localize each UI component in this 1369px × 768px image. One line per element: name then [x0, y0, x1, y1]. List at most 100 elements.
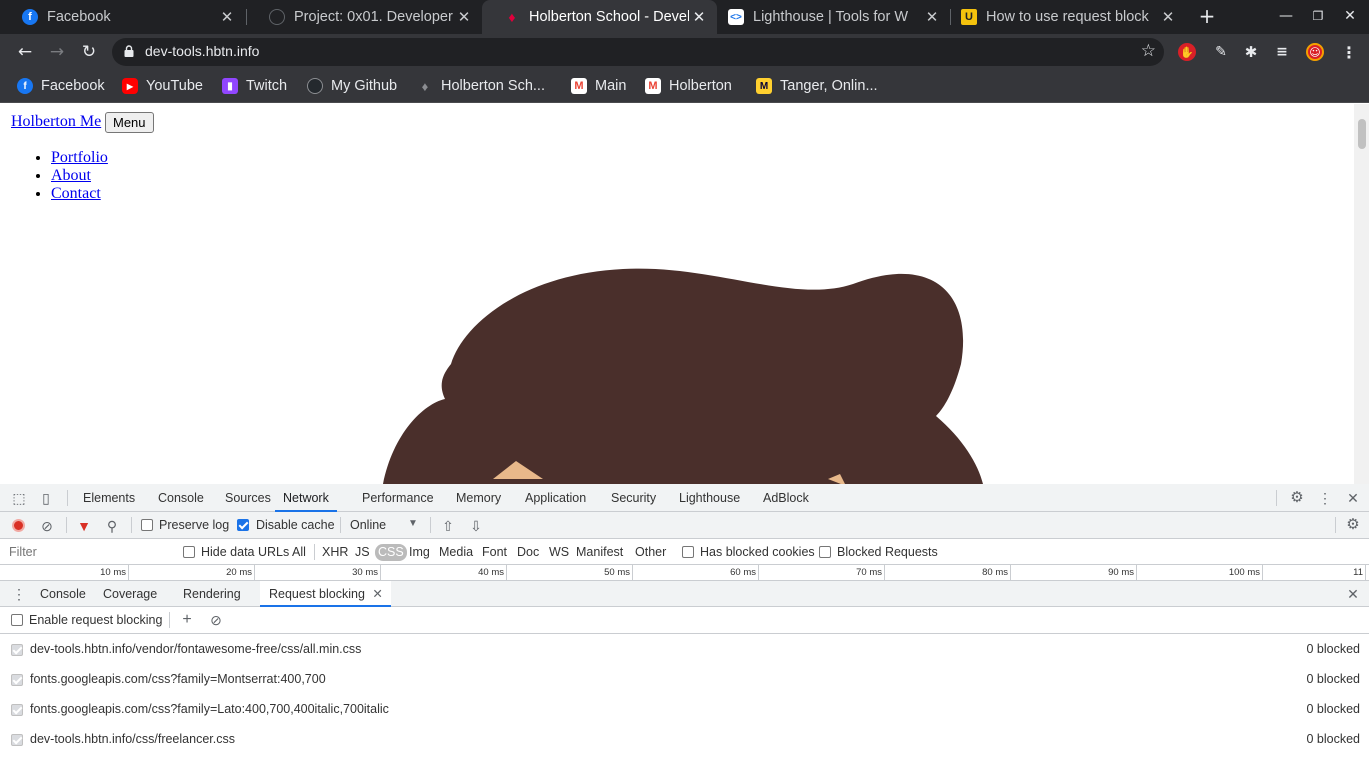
- bookmark-holberton[interactable]: M Holberton: [645, 76, 732, 96]
- close-icon[interactable]: ✕: [217, 8, 237, 26]
- tab-performance[interactable]: Performance: [362, 484, 434, 512]
- search-icon[interactable]: ⚲: [104, 518, 120, 534]
- adblock-icon[interactable]: ✋: [1178, 43, 1196, 61]
- drawer-tab-request-blocking[interactable]: Request blocking ✕: [260, 581, 391, 607]
- drawer-menu-icon[interactable]: ⋮: [11, 586, 27, 602]
- close-tab-icon[interactable]: ✕: [372, 581, 382, 607]
- tab-elements[interactable]: Elements: [83, 484, 135, 512]
- filter-type-ws[interactable]: WS: [546, 544, 572, 561]
- tab-console[interactable]: Console: [158, 484, 204, 512]
- browser-tab-holberton[interactable]: ♦ Holberton School - Devel ✕: [482, 0, 717, 34]
- blocking-pattern-row[interactable]: fonts.googleapis.com/css?family=Lato:400…: [0, 694, 1369, 724]
- pattern-checkbox[interactable]: [11, 704, 23, 716]
- nav-link-about[interactable]: About: [51, 167, 91, 184]
- minimize-icon[interactable]: —: [1277, 7, 1295, 25]
- tab-adblock[interactable]: AdBlock: [763, 484, 809, 512]
- tab-network[interactable]: Network: [275, 484, 337, 512]
- drawer-tab-console[interactable]: Console: [40, 581, 86, 607]
- extensions-icon[interactable]: ✱: [1242, 43, 1260, 61]
- pattern-checkbox[interactable]: [11, 674, 23, 686]
- filter-type-all[interactable]: All: [289, 544, 309, 561]
- browser-tab-request-blocking[interactable]: U How to use request block ✕: [951, 0, 1186, 34]
- url-text[interactable]: dev-tools.hbtn.info: [145, 43, 259, 59]
- menu-button[interactable]: Menu: [105, 112, 154, 133]
- filter-type-doc[interactable]: Doc: [514, 544, 542, 561]
- close-drawer-icon[interactable]: ✕: [1345, 586, 1361, 602]
- add-pattern-icon[interactable]: +: [179, 612, 195, 628]
- color-picker-icon[interactable]: ✎: [1212, 43, 1230, 61]
- forward-icon[interactable]: →: [46, 41, 68, 63]
- filter-type-manifest[interactable]: Manifest: [573, 544, 626, 561]
- export-har-icon[interactable]: ⇩: [468, 518, 484, 534]
- more-options-icon[interactable]: ⋮: [1317, 490, 1333, 506]
- bookmark-holberton-school[interactable]: ♦ Holberton Sch...: [417, 76, 545, 96]
- network-timeline-overview[interactable]: 10 ms 20 ms 30 ms 40 ms 50 ms 60 ms 70 m…: [0, 565, 1369, 581]
- settings-gear-icon[interactable]: ⚙: [1289, 490, 1305, 506]
- filter-type-media[interactable]: Media: [436, 544, 476, 561]
- filter-type-other[interactable]: Other: [632, 544, 669, 561]
- hide-data-urls-checkbox[interactable]: [183, 546, 195, 558]
- throttling-select[interactable]: Online: [350, 518, 386, 532]
- site-brand-link[interactable]: Holberton Me: [11, 113, 101, 131]
- close-icon[interactable]: ✕: [454, 8, 474, 26]
- reload-icon[interactable]: ↻: [78, 41, 100, 63]
- new-tab-button[interactable]: +: [1196, 5, 1218, 27]
- filter-type-js[interactable]: JS: [352, 544, 373, 561]
- filter-type-css[interactable]: CSS: [375, 544, 407, 561]
- nav-link-portfolio[interactable]: Portfolio: [51, 149, 108, 166]
- bookmark-main[interactable]: M Main: [571, 76, 626, 96]
- chevron-down-icon[interactable]: ▼: [408, 518, 418, 529]
- tab-application[interactable]: Application: [525, 484, 586, 512]
- tab-memory[interactable]: Memory: [456, 484, 501, 512]
- bookmark-star-icon[interactable]: ☆: [1141, 41, 1156, 61]
- bookmark-twitch[interactable]: ▮ Twitch: [222, 76, 287, 96]
- filter-type-img[interactable]: Img: [406, 544, 433, 561]
- filter-type-font[interactable]: Font: [479, 544, 510, 561]
- enable-request-blocking-checkbox[interactable]: [11, 614, 23, 626]
- record-icon[interactable]: [12, 519, 25, 532]
- blocking-pattern-row[interactable]: dev-tools.hbtn.info/vendor/fontawesome-f…: [0, 634, 1369, 664]
- page-scrollbar[interactable]: [1354, 104, 1369, 484]
- close-devtools-icon[interactable]: ✕: [1345, 490, 1361, 506]
- pattern-checkbox[interactable]: [11, 644, 23, 656]
- close-icon[interactable]: ✕: [922, 8, 942, 26]
- tab-lighthouse[interactable]: Lighthouse: [679, 484, 740, 512]
- filter-input[interactable]: [4, 543, 170, 561]
- drawer-tab-rendering[interactable]: Rendering: [183, 581, 241, 607]
- address-bar[interactable]: dev-tools.hbtn.info ☆: [112, 38, 1164, 66]
- blocking-pattern-row[interactable]: dev-tools.hbtn.info/css/freelancer.css 0…: [0, 724, 1369, 754]
- nav-link-contact[interactable]: Contact: [51, 185, 101, 202]
- filter-icon[interactable]: ▼: [76, 518, 92, 534]
- bookmark-github[interactable]: My Github: [307, 76, 397, 96]
- bookmark-tanger[interactable]: M Tanger, Onlin...: [756, 76, 878, 96]
- tab-security[interactable]: Security: [611, 484, 656, 512]
- profile-avatar[interactable]: ☺: [1306, 43, 1324, 61]
- browser-tab-facebook[interactable]: f Facebook ✕: [0, 0, 245, 34]
- scrollbar-thumb[interactable]: [1358, 119, 1366, 149]
- bookmark-youtube[interactable]: ▶ YouTube: [122, 76, 203, 96]
- clear-icon[interactable]: ⊘: [39, 518, 55, 534]
- inspect-element-icon[interactable]: ⬚: [11, 490, 27, 506]
- import-har-icon[interactable]: ⇧: [440, 518, 456, 534]
- preserve-log-checkbox[interactable]: [141, 519, 153, 531]
- filter-type-xhr[interactable]: XHR: [319, 544, 351, 561]
- blocking-pattern-row[interactable]: fonts.googleapis.com/css?family=Montserr…: [0, 664, 1369, 694]
- browser-tab-project[interactable]: Project: 0x01. Developer t ✕: [247, 0, 482, 34]
- blocked-requests-checkbox[interactable]: [819, 546, 831, 558]
- remove-all-patterns-icon[interactable]: ⊘: [208, 612, 224, 628]
- bookmark-facebook[interactable]: f Facebook: [17, 76, 105, 96]
- browser-tab-lighthouse[interactable]: <> Lighthouse | Tools for W ✕: [718, 0, 950, 34]
- drawer-tab-coverage[interactable]: Coverage: [103, 581, 157, 607]
- close-icon[interactable]: ✕: [689, 8, 709, 26]
- device-toolbar-icon[interactable]: ▯: [38, 490, 54, 506]
- close-icon[interactable]: ✕: [1158, 8, 1178, 26]
- restore-icon[interactable]: ❐: [1309, 7, 1327, 25]
- tab-sources[interactable]: Sources: [225, 484, 271, 512]
- back-icon[interactable]: ←: [14, 41, 36, 63]
- pattern-checkbox[interactable]: [11, 734, 23, 746]
- network-settings-gear-icon[interactable]: ⚙: [1345, 517, 1361, 533]
- chrome-menu-icon[interactable]: ⋮: [1340, 43, 1358, 62]
- has-blocked-cookies-checkbox[interactable]: [682, 546, 694, 558]
- disable-cache-checkbox[interactable]: [237, 519, 249, 531]
- media-queue-icon[interactable]: ≡: [1273, 43, 1291, 61]
